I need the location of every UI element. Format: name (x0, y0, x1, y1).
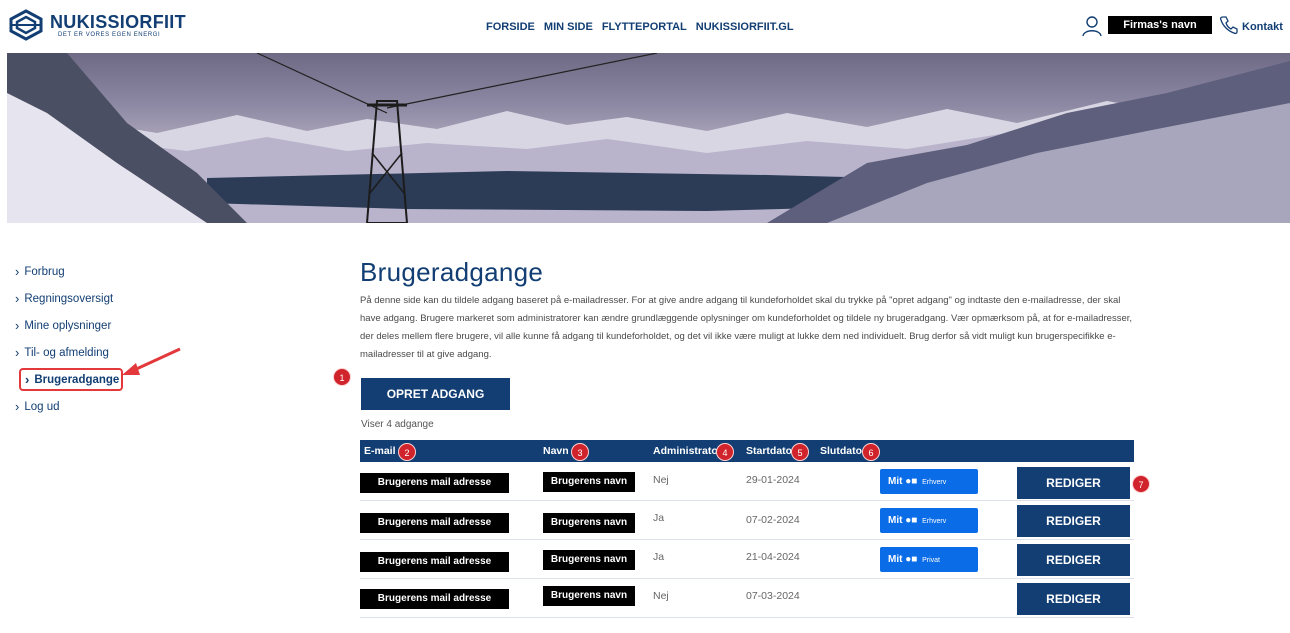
email-cell-redacted: Brugerens mail adresse (360, 589, 509, 609)
top-navigation: FORSIDE MIN SIDE FLYTTEPORTAL NUKISSIORF… (486, 21, 794, 33)
logo-name: NUKISSIORFIIT (50, 11, 186, 32)
user-icon[interactable] (1081, 15, 1103, 37)
column-header-startdato[interactable]: Startdato (746, 445, 792, 457)
table-row: Brugerens mail adresse Brugerens navn Ne… (360, 580, 1134, 618)
sidebar-item-regningsoversigt[interactable]: › Regningsoversigt (14, 285, 194, 312)
nav-min-side[interactable]: MIN SIDE (544, 21, 593, 33)
admin-cell: Nej (653, 474, 669, 486)
intro-text: På denne side kan du tildele adgang base… (360, 295, 1133, 360)
mitid-id-icon: ●■ (905, 515, 918, 526)
sidebar-item-label: Brugeradgange (34, 373, 120, 386)
sidebar-item-label: Mine oplysninger (24, 319, 112, 332)
sidebar-item-forbrug[interactable]: › Forbrug (14, 258, 194, 285)
annotation-badge: 6 (862, 443, 880, 461)
chevron-right-icon: › (15, 318, 20, 333)
sidebar-item-label: Log ud (24, 400, 60, 413)
mitid-id-icon: ●■ (905, 554, 918, 565)
sidebar-item-log-ud[interactable]: › Log ud (14, 393, 194, 420)
access-count: Viser 4 adgange (361, 419, 434, 430)
name-cell-redacted: Brugerens navn (543, 586, 635, 606)
edit-button[interactable]: REDIGER (1017, 583, 1130, 615)
annotation-badge: 3 (571, 443, 589, 461)
name-cell-redacted: Brugerens navn (543, 472, 635, 492)
chevron-right-icon: › (15, 291, 20, 306)
mitid-kind: Erhverv (922, 518, 947, 525)
email-cell-redacted: Brugerens mail adresse (360, 473, 509, 493)
chevron-right-icon: › (15, 399, 20, 414)
start-date-cell: 29-01-2024 (746, 474, 800, 486)
annotation-badge: 2 (398, 443, 416, 461)
mitid-kind: Privat (922, 557, 941, 564)
contact-link[interactable]: Kontakt (1242, 21, 1283, 33)
start-date-cell: 07-02-2024 (746, 514, 800, 526)
admin-cell: Ja (653, 551, 665, 563)
red-arrow-icon (122, 347, 181, 375)
nav-nukissiorfiit-gl[interactable]: NUKISSIORFIIT.GL (696, 21, 794, 33)
mitid-kind: Erhverv (922, 479, 947, 486)
logo-tagline: DET ER VORES EGEN ENERGI (58, 31, 161, 38)
nav-forside[interactable]: FORSIDE (486, 21, 535, 33)
admin-cell: Nej (653, 590, 669, 602)
annotation-badge: 1 (333, 368, 351, 386)
mitid-badge: Mit ●■ Erhverv (880, 508, 978, 533)
start-date-cell: 21-04-2024 (746, 551, 800, 563)
site-header: NUKISSIORFIIT DET ER VORES EGEN ENERGI F… (0, 0, 1290, 53)
banner-landscape (7, 53, 1290, 223)
firm-name-badge[interactable]: Firmas's navn (1108, 16, 1212, 34)
annotation-badge: 5 (791, 443, 809, 461)
edit-button[interactable]: REDIGER (1017, 544, 1130, 576)
sidebar-item-label: Til- og afmelding (24, 346, 109, 359)
annotation-badge: 4 (716, 443, 734, 461)
logo[interactable]: NUKISSIORFIIT DET ER VORES EGEN ENERGI (8, 9, 186, 41)
sidebar-item-brugeradgange[interactable]: › Brugeradgange (19, 368, 123, 391)
chevron-right-icon: › (15, 345, 20, 360)
table-row: Brugerens mail adresse Brugerens navn Ja… (360, 541, 1134, 579)
sidebar-item-mine-oplysninger[interactable]: › Mine oplysninger (14, 312, 194, 339)
page-title: Brugeradgange (360, 257, 544, 287)
mitid-badge: Mit ●■ Erhverv (880, 469, 978, 494)
column-header-navn[interactable]: Navn (543, 445, 569, 457)
sidebar-menu: › Forbrug › Regningsoversigt › Mine oply… (14, 258, 194, 420)
mitid-id-icon: ●■ (905, 476, 918, 487)
mitid-brand: Mit (888, 554, 903, 565)
email-cell-redacted: Brugerens mail adresse (360, 552, 509, 572)
mitid-brand: Mit (888, 515, 903, 526)
phone-icon[interactable] (1219, 15, 1239, 35)
mitid-badge: Mit ●■ Privat (880, 547, 978, 572)
table-row: Brugerens mail adresse Brugerens navn Ne… (360, 463, 1134, 501)
column-header-slutdato[interactable]: Slutdato (820, 445, 862, 457)
nav-flytteportal[interactable]: FLYTTEPORTAL (602, 21, 687, 33)
sidebar-item-label: Regningsoversigt (24, 292, 114, 305)
chevron-right-icon: › (25, 372, 30, 387)
mitid-brand: Mit (888, 476, 903, 487)
table-row: Brugerens mail adresse Brugerens navn Ja… (360, 502, 1134, 540)
column-header-administrator[interactable]: Administrator (653, 445, 722, 457)
edit-button[interactable]: REDIGER (1017, 467, 1130, 499)
column-header-email[interactable]: E-mail (364, 445, 396, 457)
create-access-button[interactable]: OPRET ADGANG (361, 378, 510, 410)
edit-button[interactable]: REDIGER (1017, 505, 1130, 537)
name-cell-redacted: Brugerens navn (543, 550, 635, 570)
email-cell-redacted: Brugerens mail adresse (360, 513, 509, 533)
table-header: E-mail Navn Administrator Startdato Slut… (360, 440, 1134, 462)
hero-banner-image (7, 53, 1290, 223)
logo-mark-icon (9, 9, 43, 41)
chevron-right-icon: › (15, 264, 20, 279)
name-cell-redacted: Brugerens navn (543, 513, 635, 533)
start-date-cell: 07-03-2024 (746, 590, 800, 602)
admin-cell: Ja (653, 512, 665, 524)
annotation-badge: 7 (1132, 475, 1150, 493)
sidebar-item-label: Forbrug (24, 265, 65, 278)
main-content: Brugeradgange På denne side kan du tilde… (360, 254, 1140, 364)
